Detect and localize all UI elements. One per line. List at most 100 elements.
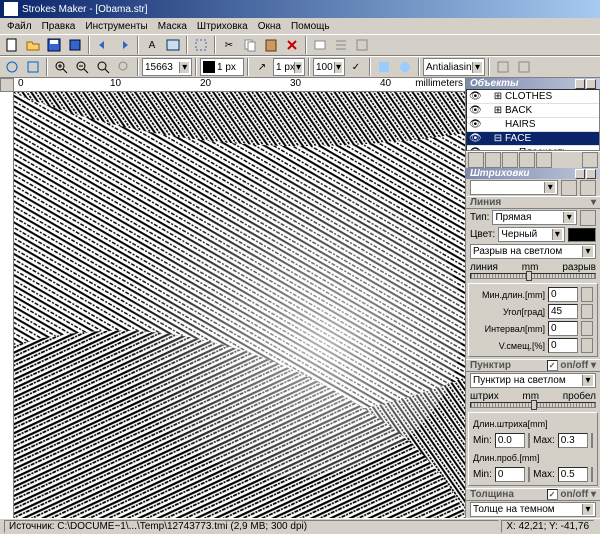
layer-btn-5[interactable] bbox=[536, 152, 552, 168]
zoom-sel-icon[interactable] bbox=[114, 57, 134, 77]
strokes-combo[interactable]: ▾ bbox=[470, 180, 558, 195]
panel-icon[interactable] bbox=[352, 35, 372, 55]
image-icon[interactable] bbox=[163, 35, 183, 55]
menu-помощь[interactable]: Помощь bbox=[286, 21, 335, 32]
width-mode-combo[interactable]: ▾ bbox=[470, 502, 596, 517]
layer-btn-6[interactable] bbox=[582, 152, 598, 168]
line-slider[interactable] bbox=[470, 273, 596, 279]
dash-section: Пунктир✓ on/off ▾ bbox=[466, 359, 600, 372]
mode2-icon[interactable] bbox=[514, 57, 534, 77]
menu-окна[interactable]: Окна bbox=[253, 21, 286, 32]
redo-icon[interactable] bbox=[114, 35, 134, 55]
expand-icon[interactable]: ⊞ bbox=[493, 105, 503, 116]
dash-max1[interactable] bbox=[558, 433, 588, 448]
select-icon[interactable] bbox=[191, 35, 211, 55]
preview-icon[interactable] bbox=[395, 57, 415, 77]
strokes-del-icon[interactable] bbox=[580, 180, 596, 196]
menu-файл[interactable]: Файл bbox=[2, 21, 37, 32]
linew-combo[interactable]: ▾ bbox=[273, 58, 305, 76]
open-icon[interactable] bbox=[23, 35, 43, 55]
render-icon[interactable] bbox=[374, 57, 394, 77]
cut-icon[interactable]: ✂ bbox=[219, 35, 239, 55]
line-prop-input[interactable] bbox=[548, 321, 578, 336]
menu-правка[interactable]: Правка bbox=[37, 21, 81, 32]
line-gap-combo[interactable]: ▾ bbox=[470, 244, 596, 259]
layer-row[interactable]: 👁⊞BACK bbox=[467, 104, 599, 118]
close-icon[interactable] bbox=[575, 169, 585, 179]
dash-min2[interactable] bbox=[495, 467, 525, 482]
side-panels: Объекты 👁⊞CLOTHES👁⊞BACK👁HAIRS👁⊟FACE👁Плос… bbox=[465, 78, 600, 518]
new-icon[interactable] bbox=[2, 35, 22, 55]
line-prop-input[interactable] bbox=[548, 287, 578, 302]
menu-штриховка[interactable]: Штриховка bbox=[192, 21, 253, 32]
width-checkbox[interactable]: ✓ bbox=[547, 489, 558, 500]
close-icon[interactable] bbox=[575, 79, 585, 89]
layer-row[interactable]: 👁 HAIRS bbox=[467, 118, 599, 132]
dash-slider[interactable] bbox=[470, 402, 596, 408]
line-prop-input[interactable] bbox=[548, 304, 578, 319]
tool-a-icon[interactable] bbox=[2, 57, 22, 77]
eye-icon[interactable]: 👁 bbox=[469, 133, 481, 144]
spinner-icon[interactable] bbox=[581, 338, 593, 353]
undo-icon[interactable] bbox=[93, 35, 113, 55]
pct-combo[interactable]: ▾ bbox=[313, 58, 345, 76]
objects-toolbar bbox=[466, 151, 600, 168]
delete-icon[interactable] bbox=[282, 35, 302, 55]
layer-btn-2[interactable] bbox=[485, 152, 501, 168]
aa-combo[interactable]: ▾ bbox=[423, 58, 485, 76]
eye-icon[interactable]: 👁 bbox=[469, 119, 481, 130]
layer-list[interactable]: 👁⊞CLOTHES👁⊞BACK👁HAIRS👁⊟FACE👁Плоскость👁Пл… bbox=[466, 89, 600, 151]
layer-btn-4[interactable] bbox=[519, 152, 535, 168]
props-icon[interactable] bbox=[310, 35, 330, 55]
status-source: Источник: C:\DOCUME~1\...\Temp\12743773.… bbox=[4, 520, 499, 533]
strokes-save-icon[interactable] bbox=[561, 180, 577, 196]
spinner-icon[interactable] bbox=[581, 304, 593, 319]
line-color-combo[interactable]: ▾ bbox=[498, 227, 565, 242]
mode1-icon[interactable] bbox=[493, 57, 513, 77]
layer-name: CLOTHES bbox=[503, 91, 552, 102]
zoom-combo[interactable]: ▾ bbox=[142, 58, 192, 76]
color-swatch[interactable] bbox=[568, 228, 596, 242]
zoom-fit-icon[interactable] bbox=[93, 57, 113, 77]
saveall-icon[interactable] bbox=[65, 35, 85, 55]
min-icon[interactable] bbox=[586, 169, 596, 179]
zoom-in-icon[interactable] bbox=[51, 57, 71, 77]
font-icon[interactable]: A bbox=[142, 35, 162, 55]
tool-b-icon[interactable] bbox=[23, 57, 43, 77]
expand-icon[interactable]: ⊟ bbox=[493, 133, 503, 144]
toolbar-1: A ✂ bbox=[0, 34, 600, 56]
px-combo[interactable] bbox=[200, 58, 244, 76]
dash-min1[interactable] bbox=[495, 433, 525, 448]
eye-icon[interactable]: 👁 bbox=[469, 91, 481, 102]
dash-checkbox[interactable]: ✓ bbox=[547, 360, 558, 371]
paste-icon[interactable] bbox=[261, 35, 281, 55]
line-prop-input[interactable] bbox=[548, 338, 578, 353]
canvas[interactable] bbox=[14, 92, 465, 518]
dash-mode-combo[interactable]: ▾ bbox=[470, 373, 596, 388]
menu-инструменты[interactable]: Инструменты bbox=[80, 21, 152, 32]
min-icon[interactable] bbox=[586, 79, 596, 89]
list-icon[interactable] bbox=[331, 35, 351, 55]
layer-row[interactable]: 👁 ⊞CLOTHES bbox=[467, 90, 599, 104]
layer-name: FACE bbox=[503, 133, 531, 144]
layer-btn-3[interactable] bbox=[502, 152, 518, 168]
arrow-icon[interactable]: ↗ bbox=[252, 57, 272, 77]
spinner-icon[interactable] bbox=[581, 321, 593, 336]
line-type-btn[interactable] bbox=[580, 210, 596, 226]
layer-name: HAIRS bbox=[503, 119, 536, 130]
apply-icon[interactable]: ✓ bbox=[346, 57, 366, 77]
menu-bar: ФайлПравкаИнструментыМаскаШтриховкаОкнаП… bbox=[0, 18, 600, 34]
window-title: Strokes Maker - [Obama.str] bbox=[22, 4, 148, 15]
line-type-combo[interactable]: ▾ bbox=[492, 210, 577, 225]
spinner-icon[interactable] bbox=[581, 287, 593, 302]
zoom-out-icon[interactable] bbox=[72, 57, 92, 77]
copy-icon[interactable] bbox=[240, 35, 260, 55]
dash-max2[interactable] bbox=[558, 467, 588, 482]
save-icon[interactable] bbox=[44, 35, 64, 55]
zoom-input[interactable] bbox=[145, 62, 179, 73]
menu-маска[interactable]: Маска bbox=[153, 21, 192, 32]
expand-icon[interactable]: ⊞ bbox=[493, 91, 503, 102]
layer-btn-1[interactable] bbox=[468, 152, 484, 168]
layer-row[interactable]: 👁 ⊟FACE bbox=[467, 132, 599, 146]
eye-icon[interactable]: 👁 bbox=[469, 105, 481, 116]
